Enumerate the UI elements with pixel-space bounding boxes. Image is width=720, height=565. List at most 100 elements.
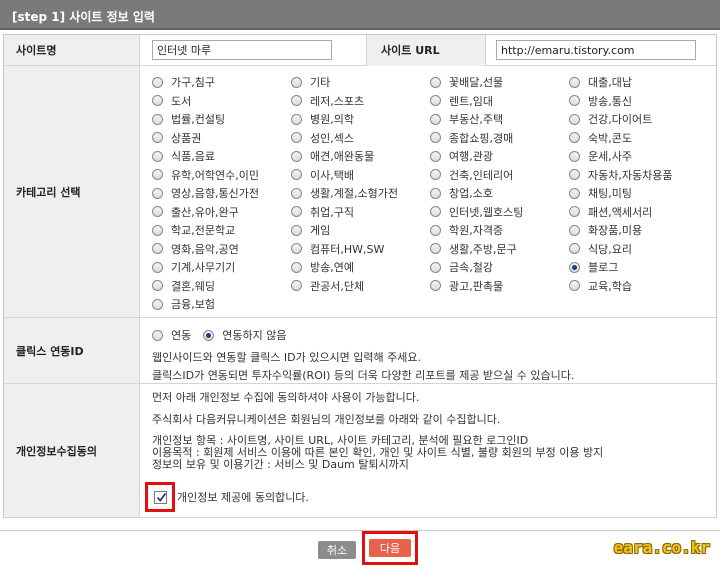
category-option[interactable]: 자동차,자동차용품 bbox=[569, 166, 708, 185]
site-url-input[interactable] bbox=[496, 40, 696, 60]
radio-icon[interactable] bbox=[152, 169, 163, 181]
radio-icon[interactable] bbox=[291, 132, 302, 144]
category-option[interactable]: 학원,자격증 bbox=[430, 221, 569, 240]
category-option[interactable]: 법률,컨설팅 bbox=[152, 110, 291, 129]
radio-icon[interactable] bbox=[152, 113, 163, 125]
radio-icon[interactable] bbox=[291, 224, 302, 236]
radio-icon[interactable] bbox=[152, 187, 163, 199]
privacy-agree[interactable]: 개인정보 제공에 동의합니다. bbox=[145, 482, 309, 512]
radio-icon[interactable] bbox=[569, 132, 580, 144]
category-option[interactable]: 생활,주방,문구 bbox=[430, 240, 569, 259]
site-name-input[interactable] bbox=[152, 40, 332, 60]
category-option[interactable]: 금속,철강 bbox=[430, 258, 569, 277]
radio-icon[interactable] bbox=[291, 76, 302, 88]
category-option[interactable]: 패션,액세서리 bbox=[569, 203, 708, 222]
radio-icon[interactable] bbox=[430, 187, 441, 199]
category-option[interactable]: 광고,판촉물 bbox=[430, 277, 569, 296]
category-option[interactable]: 성인,섹스 bbox=[291, 129, 430, 148]
radio-icon[interactable] bbox=[430, 95, 441, 107]
click-nolink-option[interactable]: 연동하지 않음 bbox=[203, 327, 286, 343]
radio-icon[interactable] bbox=[569, 169, 580, 181]
radio-icon[interactable] bbox=[152, 224, 163, 236]
category-option[interactable]: 학교,전문학교 bbox=[152, 221, 291, 240]
radio-icon[interactable] bbox=[291, 261, 302, 273]
category-option[interactable]: 블로그 bbox=[569, 258, 708, 277]
radio-icon[interactable] bbox=[430, 150, 441, 162]
category-option[interactable]: 숙박,콘도 bbox=[569, 129, 708, 148]
category-option[interactable]: 병원,의학 bbox=[291, 110, 430, 129]
category-option[interactable]: 영상,음향,통신가전 bbox=[152, 184, 291, 203]
radio-icon[interactable] bbox=[152, 150, 163, 162]
category-option[interactable]: 취업,구직 bbox=[291, 203, 430, 222]
radio-icon[interactable] bbox=[291, 113, 302, 125]
radio-icon[interactable] bbox=[430, 261, 441, 273]
category-option[interactable]: 방송,통신 bbox=[569, 92, 708, 111]
category-option[interactable]: 기타 bbox=[291, 73, 430, 92]
radio-icon[interactable] bbox=[430, 206, 441, 218]
category-option[interactable]: 상품권 bbox=[152, 129, 291, 148]
radio-icon[interactable] bbox=[152, 95, 163, 107]
radio-icon[interactable] bbox=[291, 150, 302, 162]
radio-icon[interactable] bbox=[430, 169, 441, 181]
category-option[interactable]: 건축,인테리어 bbox=[430, 166, 569, 185]
category-option[interactable]: 식당,요리 bbox=[569, 240, 708, 259]
category-option[interactable]: 건강,다이어트 bbox=[569, 110, 708, 129]
radio-icon[interactable] bbox=[569, 113, 580, 125]
category-option[interactable]: 영화,음악,공연 bbox=[152, 240, 291, 259]
radio-icon[interactable] bbox=[152, 261, 163, 273]
next-button[interactable]: 다음 bbox=[369, 539, 411, 557]
category-option[interactable]: 관공서,단체 bbox=[291, 277, 430, 296]
category-option[interactable]: 도서 bbox=[152, 92, 291, 111]
radio-icon[interactable] bbox=[291, 169, 302, 181]
radio-icon[interactable] bbox=[291, 206, 302, 218]
radio-checked-icon[interactable] bbox=[203, 329, 215, 341]
radio-icon[interactable] bbox=[291, 243, 302, 255]
radio-checked-icon[interactable] bbox=[569, 261, 580, 273]
radio-icon[interactable] bbox=[291, 187, 302, 199]
category-option[interactable]: 부동산,주택 bbox=[430, 110, 569, 129]
radio-icon[interactable] bbox=[569, 95, 580, 107]
radio-icon[interactable] bbox=[430, 243, 441, 255]
category-option[interactable]: 식품,음료 bbox=[152, 147, 291, 166]
category-option[interactable]: 금융,보험 bbox=[152, 295, 291, 314]
radio-icon[interactable] bbox=[152, 206, 163, 218]
agree-checkbox[interactable] bbox=[153, 490, 167, 504]
category-option[interactable]: 이사,택배 bbox=[291, 166, 430, 185]
category-option[interactable]: 여행,관광 bbox=[430, 147, 569, 166]
radio-icon[interactable] bbox=[569, 206, 580, 218]
radio-icon[interactable] bbox=[430, 224, 441, 236]
category-option[interactable]: 교육,학습 bbox=[569, 277, 708, 296]
radio-icon[interactable] bbox=[152, 132, 163, 144]
radio-icon[interactable] bbox=[569, 187, 580, 199]
category-option[interactable]: 컴퓨터,HW,SW bbox=[291, 240, 430, 259]
radio-icon[interactable] bbox=[430, 280, 441, 292]
category-option[interactable]: 창업,소호 bbox=[430, 184, 569, 203]
category-option[interactable]: 유학,어학연수,이민 bbox=[152, 166, 291, 185]
cancel-button[interactable]: 취소 bbox=[318, 541, 356, 559]
category-option[interactable]: 대출,대납 bbox=[569, 73, 708, 92]
category-option[interactable]: 레저,스포츠 bbox=[291, 92, 430, 111]
radio-icon[interactable] bbox=[430, 132, 441, 144]
category-option[interactable]: 꽃배달,선물 bbox=[430, 73, 569, 92]
category-option[interactable]: 생활,계절,소형가전 bbox=[291, 184, 430, 203]
category-option[interactable]: 가구,침구 bbox=[152, 73, 291, 92]
category-option[interactable]: 운세,사주 bbox=[569, 147, 708, 166]
category-option[interactable]: 채팅,미팅 bbox=[569, 184, 708, 203]
category-option[interactable]: 종합쇼핑,경매 bbox=[430, 129, 569, 148]
category-option[interactable]: 기계,사무기기 bbox=[152, 258, 291, 277]
category-option[interactable]: 인터넷,웹호스팅 bbox=[430, 203, 569, 222]
category-option[interactable]: 결혼,웨딩 bbox=[152, 277, 291, 296]
radio-icon[interactable] bbox=[152, 298, 163, 310]
radio-icon[interactable] bbox=[569, 224, 580, 236]
radio-icon[interactable] bbox=[569, 280, 580, 292]
category-option[interactable]: 애견,애완동물 bbox=[291, 147, 430, 166]
radio-icon[interactable] bbox=[569, 150, 580, 162]
radio-icon[interactable] bbox=[430, 76, 441, 88]
radio-icon[interactable] bbox=[291, 280, 302, 292]
radio-icon[interactable] bbox=[152, 329, 163, 341]
radio-icon[interactable] bbox=[569, 76, 580, 88]
category-option[interactable]: 렌트,임대 bbox=[430, 92, 569, 111]
radio-icon[interactable] bbox=[152, 76, 163, 88]
click-link-option[interactable]: 연동 bbox=[152, 327, 191, 343]
radio-icon[interactable] bbox=[291, 95, 302, 107]
